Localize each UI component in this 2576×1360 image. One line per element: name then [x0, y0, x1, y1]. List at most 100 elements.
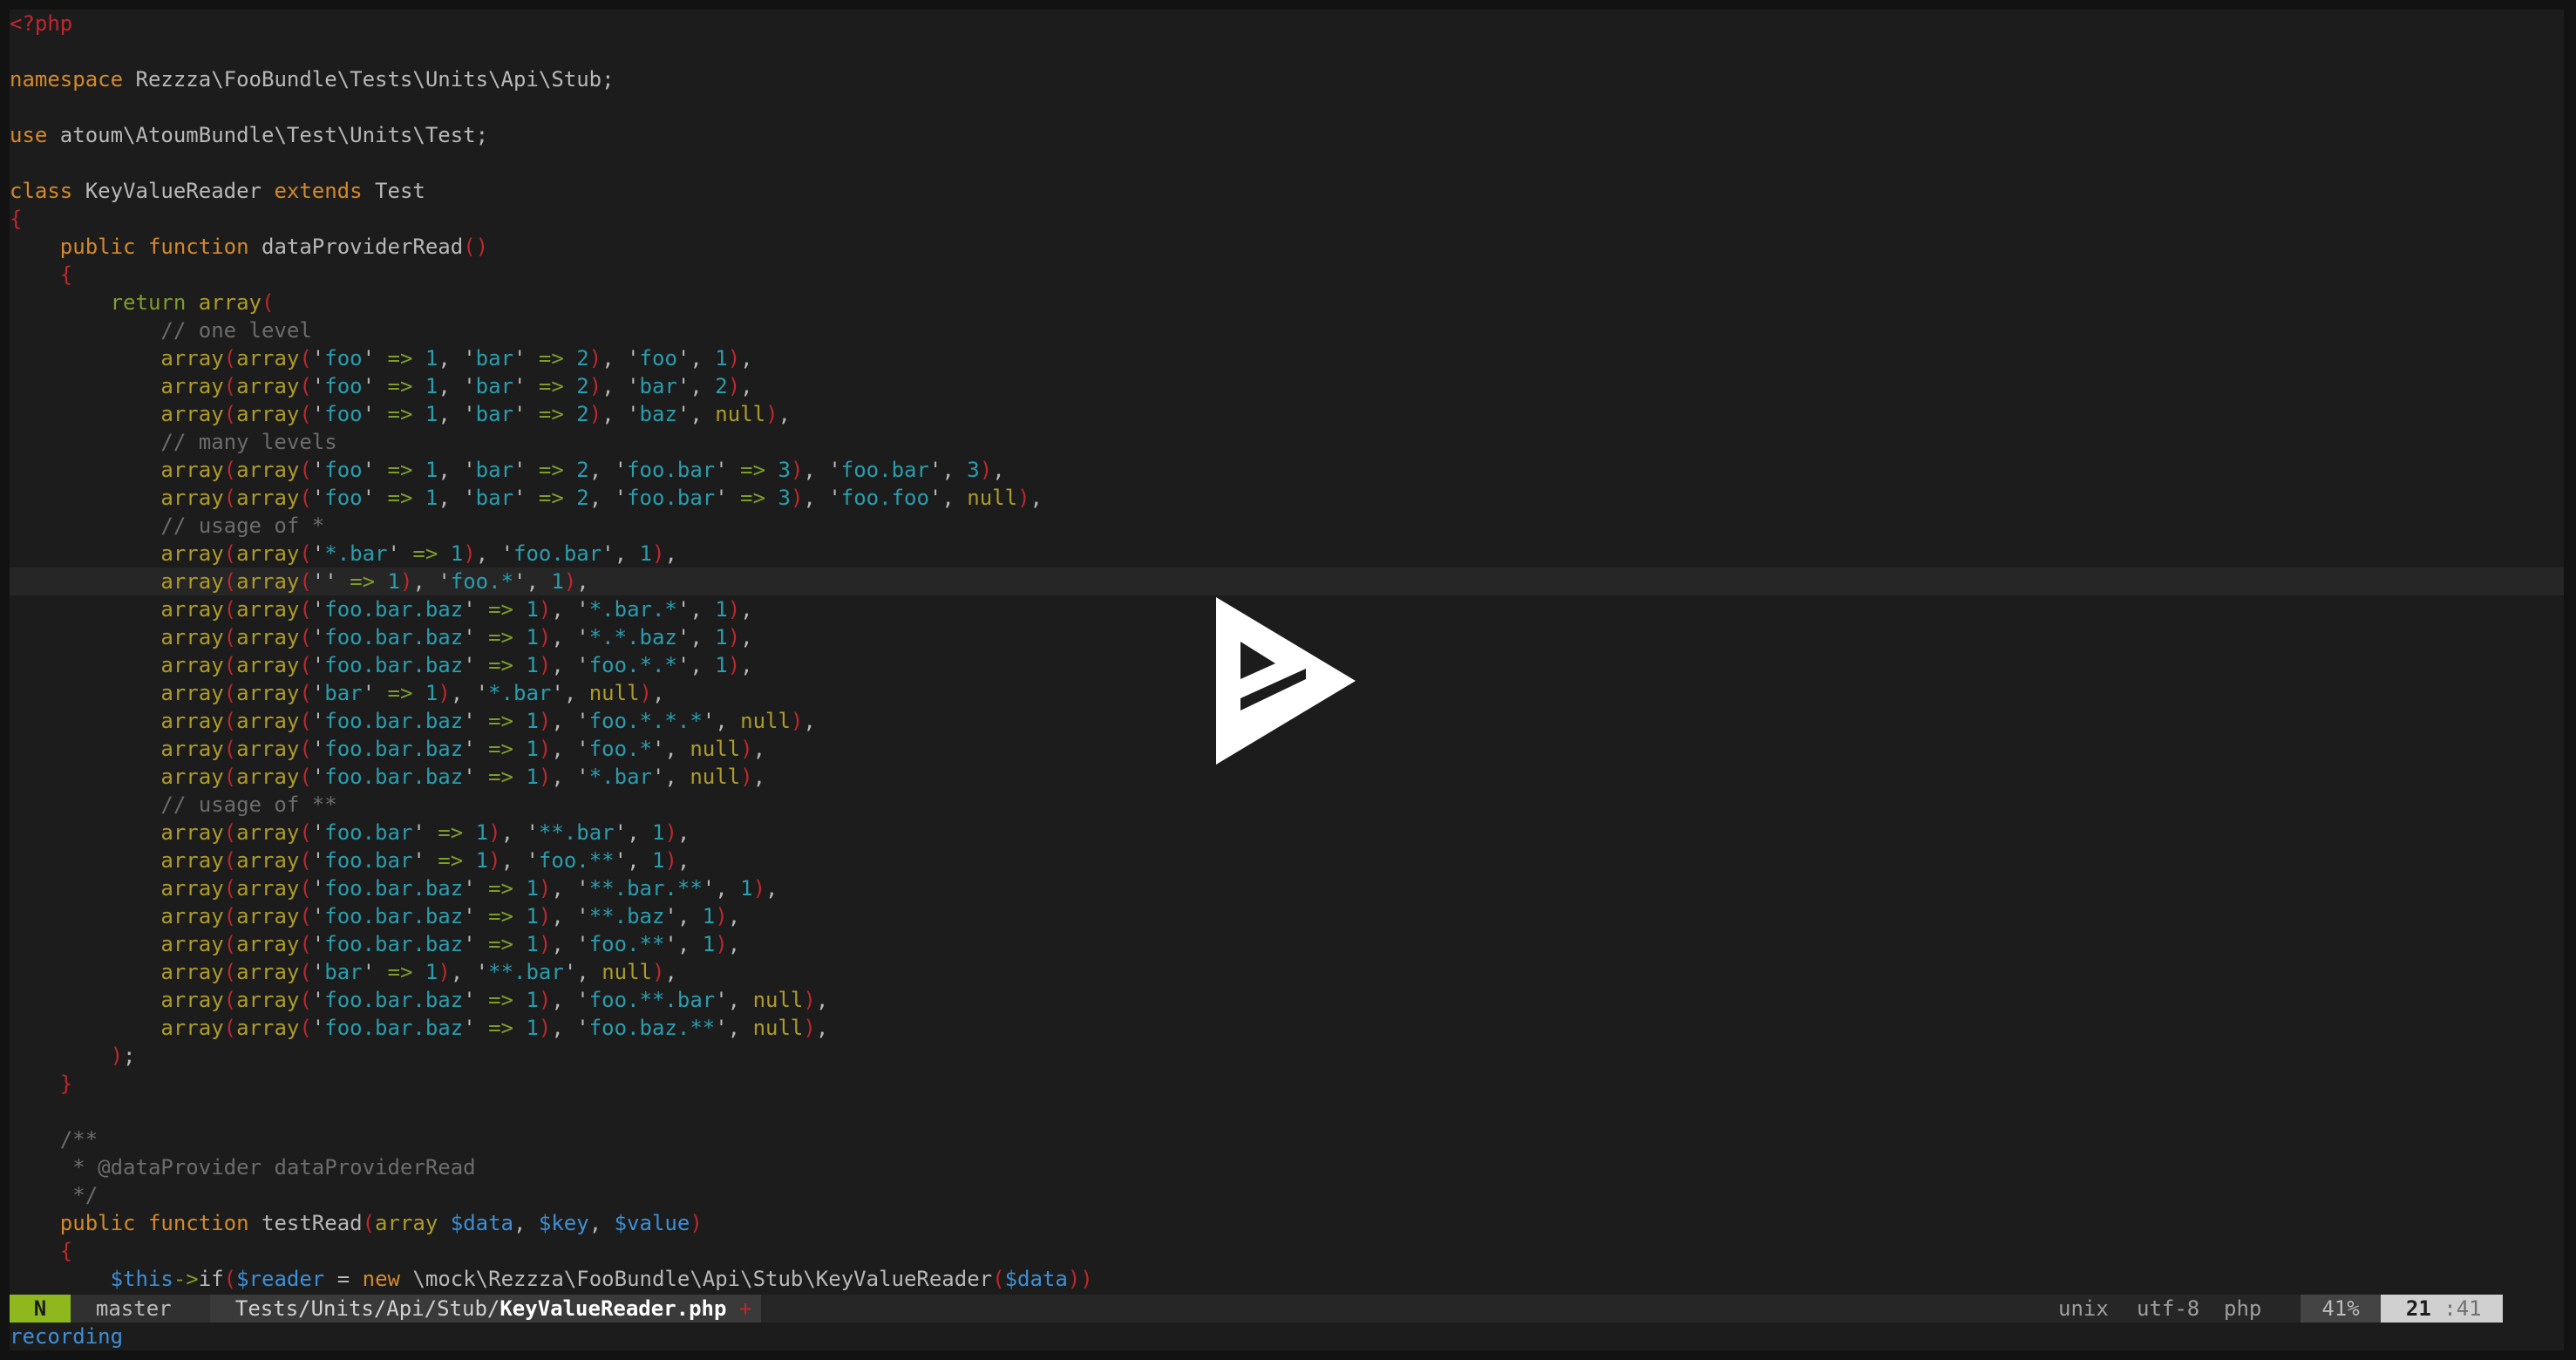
code-token: ': [526, 848, 539, 873]
code-token: * @dataProvider dataProviderRead: [72, 1155, 476, 1180]
code-line: array(array('foo' => 1, 'bar' => 2), 'ba…: [10, 372, 2564, 400]
code-token: 1: [551, 569, 564, 594]
code-token: array: [160, 765, 224, 789]
code-token: *.bar: [324, 541, 388, 566]
code-token: bar: [475, 486, 514, 510]
code-token: ): [463, 541, 476, 566]
cursor-line: 21: [2405, 1296, 2431, 1321]
code-token: ,: [664, 737, 690, 761]
code-token: (: [299, 876, 312, 901]
code-token: 2: [576, 346, 589, 371]
code-line: }: [10, 1070, 2564, 1098]
code-token: null: [752, 988, 804, 1012]
code-token: ': [311, 960, 325, 984]
code-line: // usage of *: [10, 512, 2564, 540]
code-token: ,: [500, 820, 527, 845]
code-token: (: [223, 1016, 237, 1040]
code-token: ': [627, 374, 640, 398]
code-token: ,: [715, 709, 741, 733]
code-token: ': [576, 737, 589, 761]
code-token: $this: [110, 1267, 173, 1291]
code-token: /**: [59, 1127, 99, 1152]
code-line: array(array('foo' => 1, 'bar' => 2, 'foo…: [10, 456, 2564, 484]
code-token: (: [223, 848, 237, 873]
code-token: ': [311, 374, 325, 398]
code-line: // many levels: [10, 428, 2564, 456]
code-token: foo: [324, 486, 363, 510]
code-token: ,: [740, 346, 753, 371]
code-token: (: [299, 932, 312, 956]
code-token: array: [236, 932, 300, 956]
code-token: ': [362, 374, 376, 398]
code-token: ,: [815, 1016, 829, 1040]
code-token: ': [664, 904, 677, 928]
code-token: 1: [526, 932, 539, 956]
code-token: ): [538, 709, 552, 733]
file-path-prefix: Tests/Units/Api/Stub/: [234, 1296, 500, 1321]
code-token: ': [311, 486, 325, 510]
code-token: atoum\AtoumBundle\Test\Units\Test;: [47, 123, 489, 147]
code-line: $this->if($reader = new \mock\Rezzza\Foo…: [10, 1265, 2564, 1293]
code-token: array: [160, 737, 224, 761]
code-token: array: [236, 374, 300, 398]
status-line: N master Tests/Units/Api/Stub/KeyValueRe…: [10, 1295, 2503, 1323]
code-token: ): [651, 960, 665, 984]
code-token: ': [576, 1016, 589, 1040]
code-token: (: [223, 569, 237, 594]
code-token: 1: [450, 541, 464, 566]
code-token: ': [311, 737, 325, 761]
code-token: array: [160, 988, 224, 1012]
code-token: ): [740, 765, 753, 789]
code-token: ): [563, 569, 577, 594]
code-token: ': [576, 597, 589, 622]
code-token: foo.bar.baz: [324, 876, 464, 901]
code-token: ): [979, 458, 993, 482]
code-token: ): [538, 876, 552, 901]
code-token: ): [664, 820, 677, 845]
code-token: function: [147, 1211, 249, 1235]
code-token: ): [538, 1016, 552, 1040]
code-token: ': [311, 1016, 325, 1040]
code-token: ': [563, 960, 577, 984]
code-token: array: [160, 346, 224, 371]
code-token: ,: [627, 820, 652, 845]
play-icon[interactable]: [1206, 594, 1363, 768]
code-token: ': [311, 765, 325, 789]
code-token: foo.bar.baz: [324, 625, 464, 649]
code-token: array: [160, 653, 224, 677]
code-token: namespace: [10, 67, 124, 92]
code-token: (: [299, 486, 312, 510]
code-token: foo.**: [588, 932, 665, 956]
code-token: foo.bar.baz: [324, 1016, 464, 1040]
code-token: 1: [425, 374, 438, 398]
code-token: array: [236, 820, 300, 845]
code-token: ': [576, 876, 589, 901]
code-token: foo.bar: [840, 458, 929, 482]
code-token: ': [513, 374, 527, 398]
code-token: null: [715, 402, 766, 426]
code-token: =>: [526, 346, 577, 371]
code-token: foo.bar.baz: [324, 653, 464, 677]
code-token: (: [223, 1267, 237, 1291]
code-token: ,: [588, 1211, 615, 1235]
code-token: ,: [551, 597, 577, 622]
code-token: ': [324, 569, 337, 594]
code-token: null: [690, 765, 741, 789]
code-token: $data: [450, 1211, 513, 1235]
git-branch: master: [71, 1295, 210, 1323]
code-token: foo.bar.baz: [324, 932, 464, 956]
code-token: =>: [336, 569, 388, 594]
code-token: KeyValueReader: [72, 179, 275, 203]
code-token: foo.*.*.*: [588, 709, 703, 733]
code-token: foo.baz.**: [588, 1016, 716, 1040]
code-token: ): [715, 904, 728, 928]
code-token: array: [160, 486, 224, 510]
code-token: ': [463, 374, 476, 398]
code-token: (: [299, 374, 312, 398]
